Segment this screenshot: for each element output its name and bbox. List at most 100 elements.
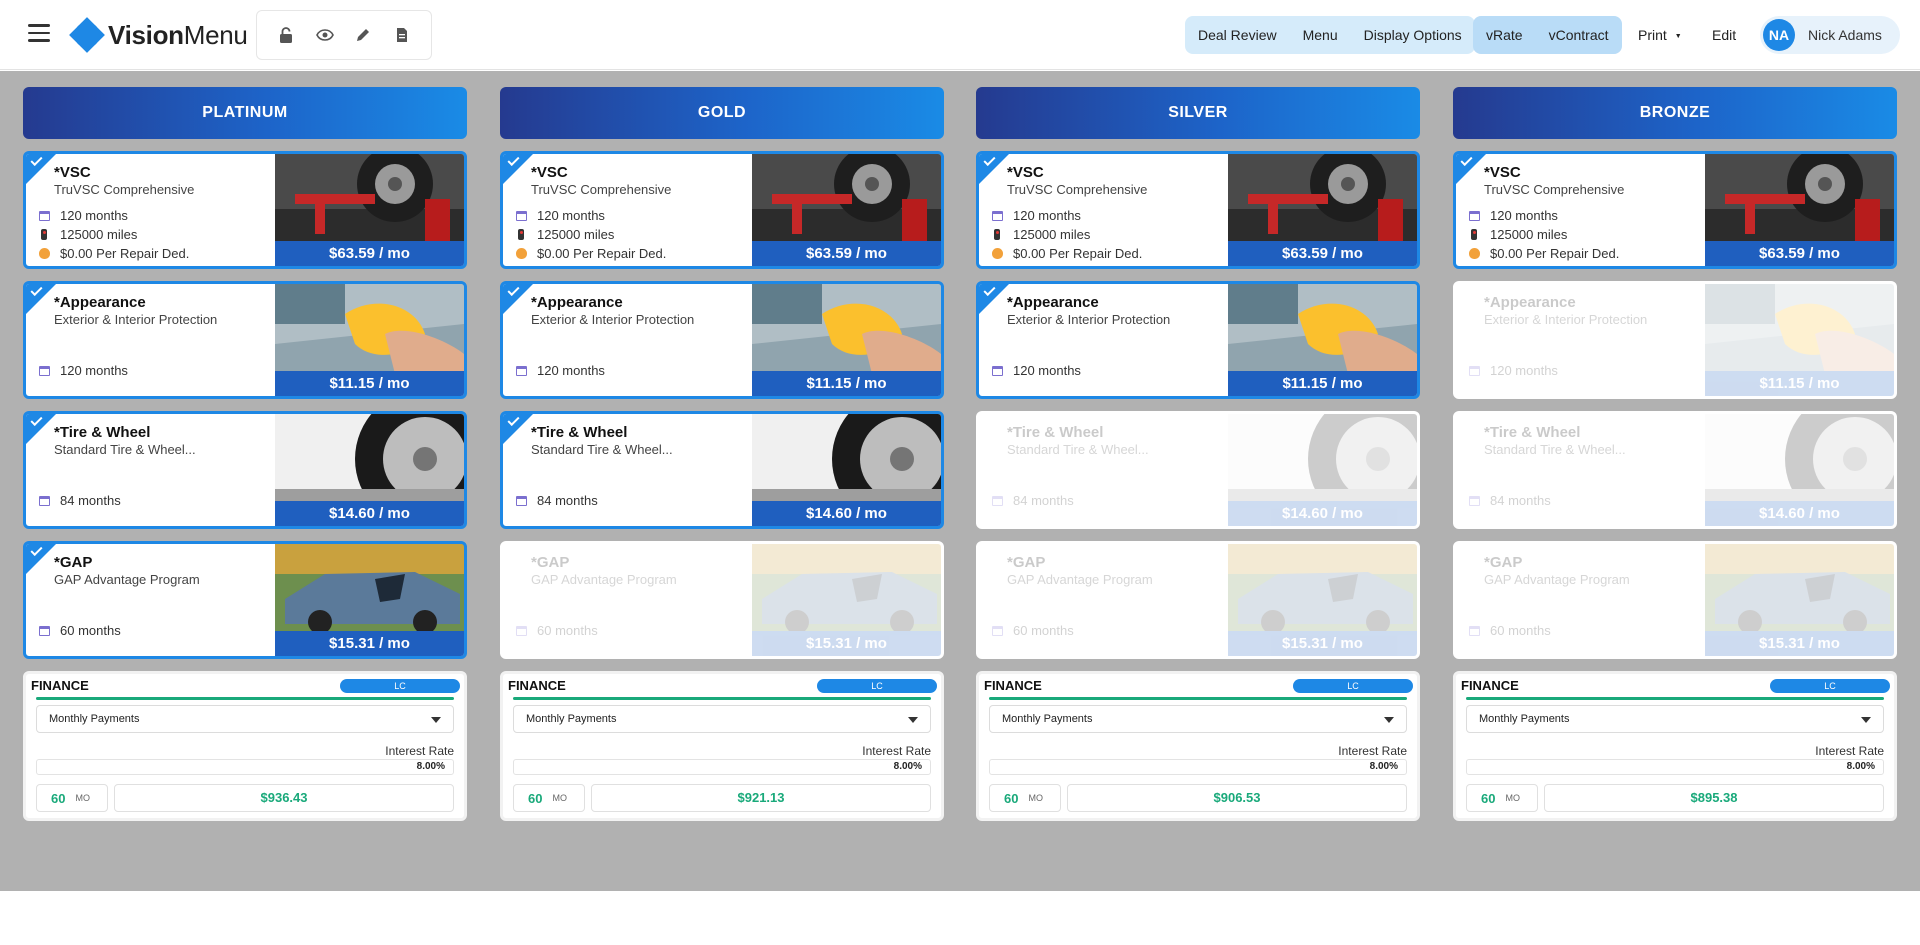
interest-rate-label: Interest Rate	[1815, 744, 1884, 758]
card-content: *GAP GAP Advantage Program 60 months $15…	[979, 544, 1417, 656]
interest-rate-input[interactable]: 8.00%	[989, 759, 1407, 775]
caret-down-icon	[908, 717, 918, 723]
nav-group-main: Deal Review Menu Display Options	[1185, 16, 1475, 54]
logo[interactable]: VisionMenu	[69, 17, 248, 53]
card-content: *GAP GAP Advantage Program 60 months $15…	[503, 544, 941, 656]
caret-down-icon	[1384, 717, 1394, 723]
tier-column-bronze: BRONZE *VSC TruVSC Comprehensive 120 mon…	[1453, 87, 1897, 821]
monthly-payment: $921.13	[591, 784, 931, 812]
interest-rate-input[interactable]: 8.00%	[1466, 759, 1884, 775]
interest-rate-input[interactable]: 8.00%	[36, 759, 454, 775]
tier-header[interactable]: BRONZE	[1453, 87, 1897, 139]
finance-divider	[513, 697, 931, 700]
nav-menu[interactable]: Menu	[1290, 16, 1351, 54]
term-input[interactable]: 60 MO	[36, 784, 108, 812]
product-card-vsc[interactable]: *VSC TruVSC Comprehensive 120 months 125…	[1453, 151, 1897, 269]
product-card-gap[interactable]: *GAP GAP Advantage Program 60 months $15…	[23, 541, 467, 659]
product-name: *Appearance	[1484, 294, 1576, 311]
pencil-icon[interactable]	[353, 25, 373, 45]
money-bag-icon	[1468, 248, 1480, 260]
product-image	[275, 284, 464, 374]
term-line: 84 months	[1468, 493, 1551, 508]
lc-badge[interactable]: LC	[1770, 679, 1890, 693]
payment-mode-select[interactable]: Monthly Payments	[36, 705, 454, 733]
calendar-icon	[515, 210, 527, 222]
finance-title: FINANCE	[1461, 678, 1519, 693]
product-card-app[interactable]: *Appearance Exterior & Interior Protecti…	[976, 281, 1420, 399]
user-menu[interactable]: NA Nick Adams	[1760, 16, 1900, 54]
product-card-app[interactable]: *Appearance Exterior & Interior Protecti…	[1453, 281, 1897, 399]
lc-badge[interactable]: LC	[1293, 679, 1413, 693]
product-price: $63.59 / mo	[1705, 241, 1894, 266]
hamburger-menu-icon[interactable]	[28, 24, 50, 42]
product-price: $14.60 / mo	[275, 501, 464, 526]
product-price: $14.60 / mo	[1705, 501, 1894, 526]
term-line: 120 months	[991, 208, 1081, 223]
diamond-logo-icon	[69, 17, 105, 53]
product-name: *VSC	[531, 164, 568, 181]
product-price: $11.15 / mo	[752, 371, 941, 396]
product-name: *Tire & Wheel	[1007, 424, 1104, 441]
money-bag-icon	[991, 248, 1003, 260]
product-price: $15.31 / mo	[752, 631, 941, 656]
interest-rate-input[interactable]: 8.00%	[513, 759, 931, 775]
product-card-vsc[interactable]: *VSC TruVSC Comprehensive 120 months 125…	[976, 151, 1420, 269]
eye-icon[interactable]	[315, 25, 335, 45]
caret-down-icon	[1861, 717, 1871, 723]
product-price: $11.15 / mo	[1228, 371, 1417, 396]
tier-header[interactable]: PLATINUM	[23, 87, 467, 139]
product-image	[752, 414, 941, 504]
card-content: *VSC TruVSC Comprehensive 120 months 125…	[503, 154, 941, 266]
product-name: *GAP	[531, 554, 570, 571]
product-card-app[interactable]: *Appearance Exterior & Interior Protecti…	[500, 281, 944, 399]
edit-button[interactable]: Edit	[1712, 16, 1736, 54]
payment-mode-select[interactable]: Monthly Payments	[513, 705, 931, 733]
product-card-gap[interactable]: *GAP GAP Advantage Program 60 months $15…	[976, 541, 1420, 659]
nav-deal-review[interactable]: Deal Review	[1185, 16, 1290, 54]
top-bar: VisionMenu Deal Review Menu Display Opti…	[0, 0, 1920, 70]
nav-vcontract[interactable]: vContract	[1536, 16, 1622, 54]
term-input[interactable]: 60 MO	[989, 784, 1061, 812]
product-description: TruVSC Comprehensive	[54, 182, 195, 197]
calendar-icon	[38, 365, 50, 377]
product-name: *GAP	[1484, 554, 1523, 571]
product-image	[752, 284, 941, 374]
product-image	[1228, 284, 1417, 374]
card-content: *Tire & Wheel Standard Tire & Wheel... 8…	[503, 414, 941, 526]
unlock-icon[interactable]	[276, 25, 296, 45]
product-card-app[interactable]: *Appearance Exterior & Interior Protecti…	[23, 281, 467, 399]
card-content: *VSC TruVSC Comprehensive 120 months 125…	[1456, 154, 1894, 266]
document-icon[interactable]	[392, 25, 412, 45]
term-input[interactable]: 60 MO	[513, 784, 585, 812]
product-card-gap[interactable]: *GAP GAP Advantage Program 60 months $15…	[500, 541, 944, 659]
product-image	[1705, 414, 1894, 504]
product-image	[752, 154, 941, 244]
payment-mode-select[interactable]: Monthly Payments	[1466, 705, 1884, 733]
product-card-tire[interactable]: *Tire & Wheel Standard Tire & Wheel... 8…	[23, 411, 467, 529]
product-card-vsc[interactable]: *VSC TruVSC Comprehensive 120 months 125…	[23, 151, 467, 269]
product-card-tire[interactable]: *Tire & Wheel Standard Tire & Wheel... 8…	[976, 411, 1420, 529]
product-card-vsc[interactable]: *VSC TruVSC Comprehensive 120 months 125…	[500, 151, 944, 269]
product-price: $63.59 / mo	[1228, 241, 1417, 266]
payment-mode-select[interactable]: Monthly Payments	[989, 705, 1407, 733]
nav-vrate[interactable]: vRate	[1473, 16, 1536, 54]
term-input[interactable]: 60 MO	[1466, 784, 1538, 812]
product-card-tire[interactable]: *Tire & Wheel Standard Tire & Wheel... 8…	[1453, 411, 1897, 529]
product-price: $15.31 / mo	[275, 631, 464, 656]
product-card-gap[interactable]: *GAP GAP Advantage Program 60 months $15…	[1453, 541, 1897, 659]
nav-display-options[interactable]: Display Options	[1351, 16, 1475, 54]
lc-badge[interactable]: LC	[340, 679, 460, 693]
product-description: GAP Advantage Program	[531, 572, 677, 587]
calendar-icon	[1468, 625, 1480, 637]
miles-line: 125000 miles	[1468, 227, 1567, 242]
product-image	[1705, 284, 1894, 374]
deductible-line: $0.00 Per Repair Ded.	[38, 246, 189, 261]
print-dropdown[interactable]: Print ▼	[1638, 16, 1682, 54]
tier-header[interactable]: SILVER	[976, 87, 1420, 139]
term-line: 120 months	[515, 208, 605, 223]
product-description: Standard Tire & Wheel...	[1007, 442, 1149, 457]
lc-badge[interactable]: LC	[817, 679, 937, 693]
product-card-tire[interactable]: *Tire & Wheel Standard Tire & Wheel... 8…	[500, 411, 944, 529]
product-description: Exterior & Interior Protection	[1484, 312, 1648, 327]
tier-header[interactable]: GOLD	[500, 87, 944, 139]
